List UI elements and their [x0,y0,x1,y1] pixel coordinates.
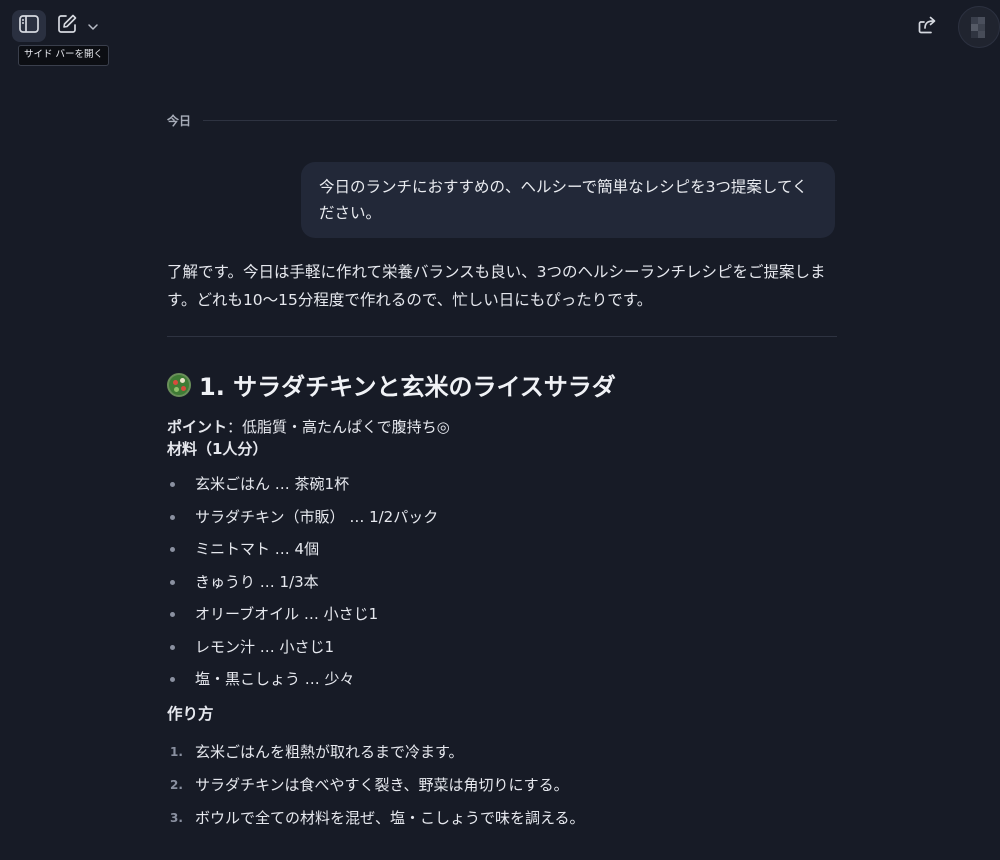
sidebar-panel-icon [18,14,40,38]
user-avatar[interactable] [958,6,1000,48]
new-chat-button[interactable] [52,10,82,42]
step-number: 3. [170,810,183,825]
recipe-point: ポイント：低脂質・高たんぱくで腹持ち◎ [167,416,837,438]
ingredients-list: 玄米ごはん … 茶碗1杯 サラダチキン（市販） … 1/2パック ミニトマト …… [167,468,837,696]
salad-icon [167,372,191,397]
new-chat-icon [56,13,78,39]
steps-list: 1. 玄米ごはんを粗熱が取れるまで冷ます。 2. サラダチキンは食べやすく裂き、野菜… [167,736,837,835]
ingredient-text: サラダチキン（市販） … 1/2パック [195,507,439,526]
list-item: 1. 玄米ごはんを粗熱が取れるまで冷ます。 [167,736,837,769]
model-menu-button[interactable] [84,14,102,38]
share-icon [916,14,938,40]
bullet [170,644,175,650]
top-bar: サイド バーを開く [0,0,1000,66]
bullet [170,677,175,682]
share-button[interactable] [912,12,942,42]
ingredient-text: ミニトマト … 4個 [195,540,320,558]
ingredient-text: 塩・黒こしょう … 少々 [195,670,355,688]
point-label: ポイント [167,418,228,436]
recipe-heading: 1. サラダチキンと玄米のライスサラダ [167,367,837,402]
list-item: 塩・黒こしょう … 少々 [167,663,837,696]
user-message: 今日のランチにおすすめの、ヘルシーで簡単なレシピを3つ提案してください。 [301,162,835,238]
sidebar-tooltip: サイド バーを開く [18,45,110,66]
list-item: オリーブオイル … 小さじ1 [167,598,837,631]
bullet [170,482,175,487]
steps-heading: 作り方 [167,704,214,723]
list-item: 玄米ごはん … 茶碗1杯 [167,468,837,501]
recipe-title: 1. サラダチキンと玄米のライスサラダ [199,373,616,401]
step-number: 2. [170,777,183,792]
ingredient-text: 玄米ごはん … 茶碗1杯 [195,475,350,493]
list-item: ミニトマト … 4個 [167,533,837,566]
list-item: レモン汁 … 小さじ1 [167,631,837,664]
open-sidebar-button[interactable] [12,10,46,42]
divider-line [203,119,837,121]
step-number: 1. [170,744,183,759]
list-item: サラダチキン（市販） … 1/2パック [167,501,837,534]
day-label: 今日 [167,113,192,128]
assistant-message: 了解です。今日は手軽に作れて栄養バランスも良い、3つのヘルシーランチレシピをご提… [167,258,837,835]
day-divider: 今日 [167,100,837,140]
point-text: ：低脂質・高たんぱくで腹持ち◎ [227,418,450,436]
bullet [170,579,175,585]
chat-app: サイド バーを開く 今日 今日のランチにおすすめの、ヘルシーで簡単なレシピを3つ… [0,0,1000,860]
list-item: 3. ボウルで全ての材料を混ぜ、塩・こしょうで味を調える。 [167,802,837,835]
section-divider [167,336,837,337]
step-text: ボウルで全ての材料を混ぜ、塩・こしょうで味を調える。 [195,808,585,827]
ingredient-text: きゅうり … 1/3本 [195,572,319,591]
ingredient-text: オリーブオイル … 小さじ1 [195,605,379,623]
conversation: 今日 今日のランチにおすすめの、ヘルシーで簡単なレシピを3つ提案してください。 … [167,100,837,827]
list-item: 2. サラダチキンは食べやすく裂き、野菜は角切りにする。 [167,769,837,802]
bullet [170,547,175,552]
ingredient-text: レモン汁 … 小さじ1 [195,637,335,656]
bullet [170,612,175,617]
step-text: 玄米ごはんを粗熱が取れるまで冷ます。 [195,742,464,761]
chevron-down-icon [87,17,99,36]
step-text: サラダチキンは食べやすく裂き、野菜は角切りにする。 [195,775,569,794]
assistant-intro: 了解です。今日は手軽に作れて栄養バランスも良い、3つのヘルシーランチレシピをご提… [167,263,826,309]
list-item: きゅうり … 1/3本 [167,566,837,599]
bullet [170,514,175,520]
ingredients-heading: 材料（1人分） [167,440,268,458]
